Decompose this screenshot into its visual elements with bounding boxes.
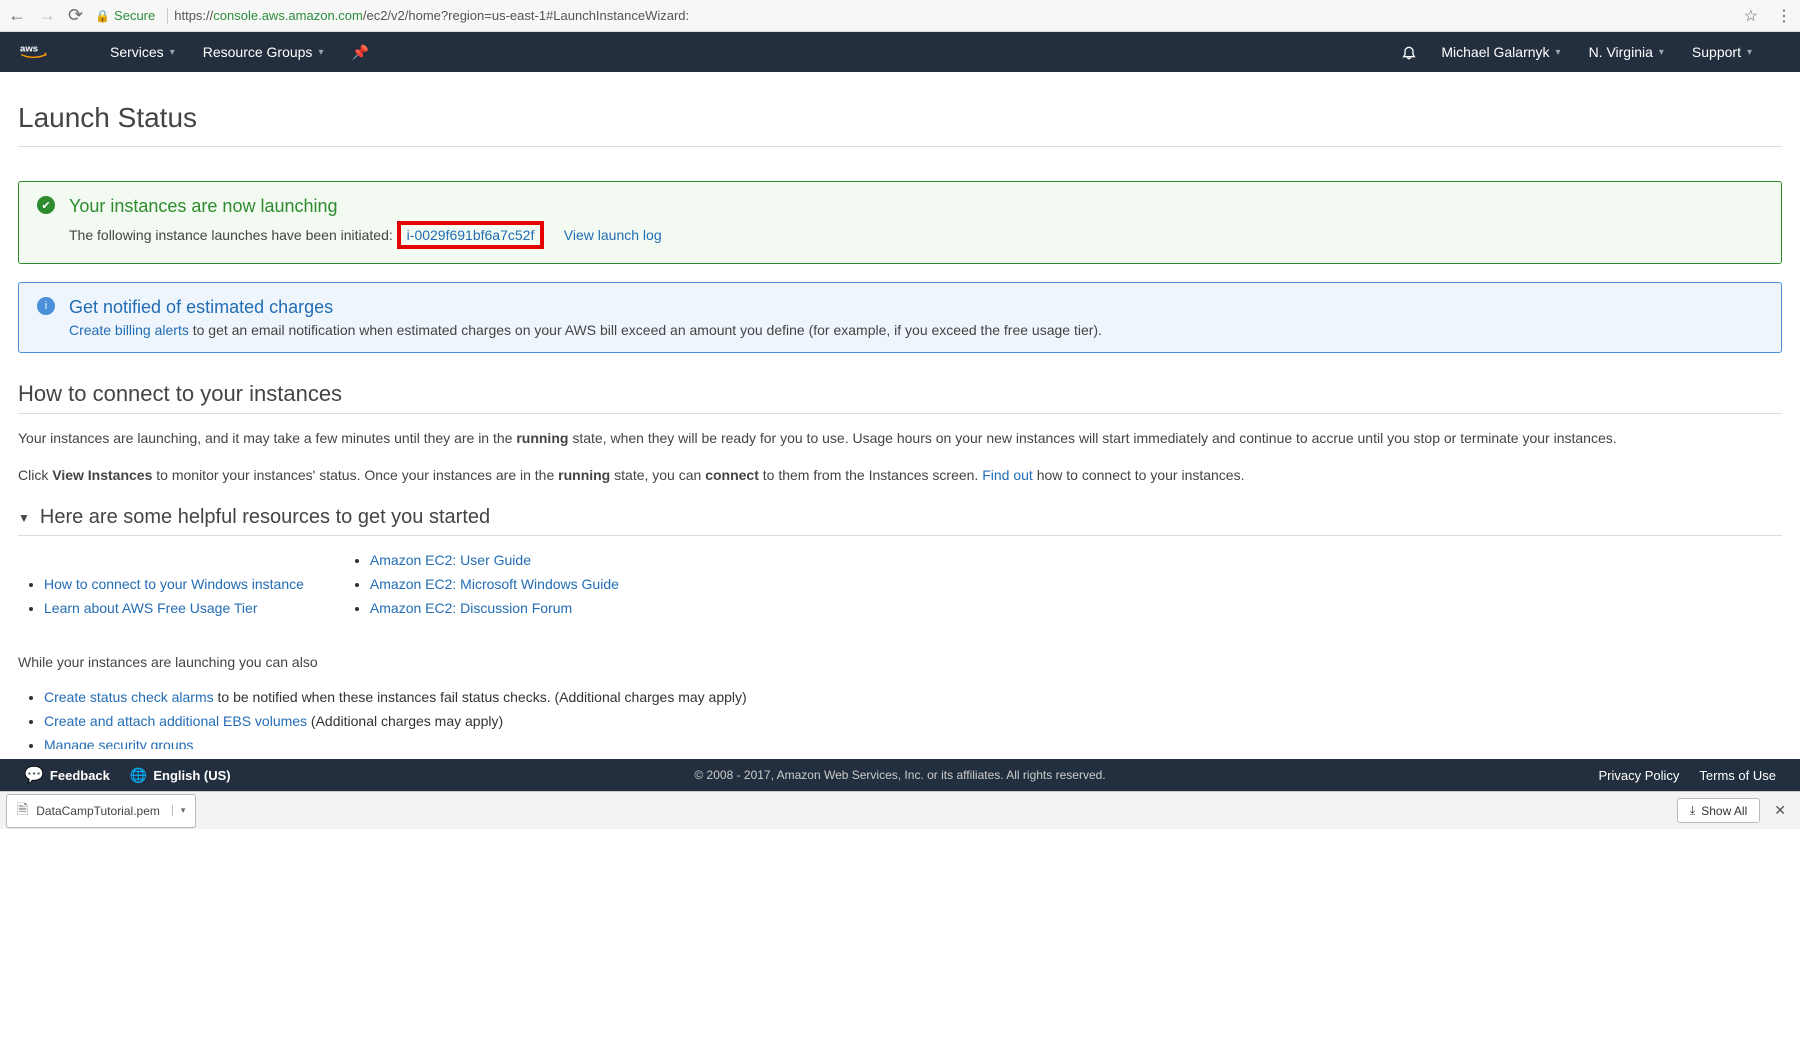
- while-launching-list: Create status check alarms to be notifie…: [18, 689, 1782, 749]
- copyright-text: © 2008 - 2017, Amazon Web Services, Inc.…: [694, 768, 1105, 782]
- chevron-down-icon: ▾: [1747, 47, 1752, 58]
- launch-success-text: The following instance launches have bee…: [69, 221, 1761, 249]
- terms-link[interactable]: Terms of Use: [1699, 768, 1776, 783]
- footer-nav: 💬 Feedback 🌐 English (US) © 2008 - 2017,…: [0, 759, 1800, 791]
- list-item: Amazon EC2: User Guide: [370, 552, 619, 568]
- list-item: Amazon EC2: Microsoft Windows Guide: [370, 576, 619, 592]
- page-content: Launch Status ✔ Your instances are now l…: [0, 72, 1800, 749]
- create-billing-alerts-link[interactable]: Create billing alerts: [69, 322, 189, 338]
- list-item: Manage security groups: [44, 737, 1782, 749]
- chevron-down-icon: ▾: [318, 47, 323, 58]
- speech-bubble-icon: 💬: [24, 765, 44, 785]
- lock-icon: 🔒: [95, 9, 110, 23]
- launch-success-box: ✔ Your instances are now launching The f…: [18, 181, 1782, 264]
- pin-icon[interactable]: 📌: [351, 44, 368, 61]
- globe-icon: 🌐: [130, 767, 147, 784]
- aws-logo[interactable]: aws: [20, 42, 80, 63]
- back-icon[interactable]: ←: [8, 5, 26, 26]
- reload-icon[interactable]: ⟳: [68, 5, 83, 26]
- instance-id-highlight: i-0029f691bf6a7c52f: [397, 221, 545, 249]
- chevron-down-icon: ▾: [1556, 47, 1561, 58]
- chevron-down-icon[interactable]: ▾: [172, 805, 186, 816]
- find-out-link[interactable]: Find out: [982, 467, 1033, 483]
- resources-col1: How to connect to your Windows instance …: [18, 576, 304, 624]
- list-item: Create and attach additional EBS volumes…: [44, 713, 1782, 729]
- resource-link[interactable]: Amazon EC2: Microsoft Windows Guide: [370, 576, 619, 592]
- status-check-alarms-link[interactable]: Create status check alarms: [44, 689, 214, 705]
- secure-label: Secure: [114, 8, 155, 23]
- instance-id-link[interactable]: i-0029f691bf6a7c52f: [407, 227, 535, 243]
- resources-columns: How to connect to your Windows instance …: [18, 552, 1782, 624]
- svg-text:aws: aws: [20, 43, 38, 54]
- browser-address-bar: ← → ⟳ 🔒 Secure https://console.aws.amazo…: [0, 0, 1800, 32]
- resource-link[interactable]: Amazon EC2: Discussion Forum: [370, 600, 572, 616]
- chevron-down-icon: ▾: [1659, 47, 1664, 58]
- list-item: How to connect to your Windows instance: [44, 576, 304, 592]
- close-icon[interactable]: ✕: [1766, 798, 1794, 823]
- ebs-volumes-link[interactable]: Create and attach additional EBS volumes: [44, 713, 307, 729]
- while-launching-heading: While your instances are launching you c…: [18, 652, 1782, 673]
- connect-paragraph-2: Click View Instances to monitor your ins…: [18, 465, 1782, 486]
- billing-notice-text: Create billing alerts to get an email no…: [69, 322, 1761, 338]
- nav-resource-groups[interactable]: Resource Groups▾: [203, 44, 324, 60]
- check-icon: ✔: [37, 196, 55, 214]
- forward-icon[interactable]: →: [38, 5, 56, 26]
- privacy-policy-link[interactable]: Privacy Policy: [1599, 768, 1680, 783]
- star-icon[interactable]: ☆: [1744, 6, 1758, 26]
- resource-link[interactable]: Learn about AWS Free Usage Tier: [44, 600, 257, 616]
- language-selector[interactable]: English (US): [153, 768, 230, 783]
- resource-link[interactable]: How to connect to your Windows instance: [44, 576, 304, 592]
- menu-icon[interactable]: ⋮: [1776, 6, 1792, 26]
- download-filename: DataCampTutorial.pem: [36, 804, 160, 818]
- show-all-button[interactable]: ⤓ Show All: [1677, 798, 1760, 823]
- nav-support[interactable]: Support▾: [1692, 44, 1752, 60]
- download-chip[interactable]: 🗎 DataCampTutorial.pem ▾: [6, 794, 196, 828]
- list-item: Create status check alarms to be notifie…: [44, 689, 1782, 705]
- aws-top-nav: aws Services▾ Resource Groups▾ 📌 Michael…: [0, 32, 1800, 72]
- connect-paragraph-1: Your instances are launching, and it may…: [18, 428, 1782, 449]
- resource-link[interactable]: Amazon EC2: User Guide: [370, 552, 531, 568]
- billing-notice-heading: Get notified of estimated charges: [69, 297, 1761, 318]
- download-arrow-icon: ⤓: [1690, 803, 1695, 818]
- info-icon: i: [37, 297, 55, 315]
- page-title: Launch Status: [18, 102, 1782, 147]
- nav-region[interactable]: N. Virginia▾: [1589, 44, 1664, 60]
- resources-col2: Amazon EC2: User Guide Amazon EC2: Micro…: [344, 552, 619, 624]
- security-groups-link[interactable]: Manage security groups: [44, 737, 193, 749]
- download-bar: 🗎 DataCampTutorial.pem ▾ ⤓ Show All ✕: [0, 791, 1800, 829]
- launch-success-heading: Your instances are now launching: [69, 196, 1761, 217]
- resources-expander[interactable]: ▼ Here are some helpful resources to get…: [18, 506, 1782, 536]
- view-launch-log-link[interactable]: View launch log: [564, 227, 662, 243]
- list-item: Learn about AWS Free Usage Tier: [44, 600, 304, 616]
- url-text[interactable]: https://console.aws.amazon.com/ec2/v2/ho…: [174, 8, 689, 23]
- chevron-down-icon: ▾: [170, 47, 175, 58]
- bell-icon[interactable]: [1401, 44, 1417, 60]
- feedback-link[interactable]: Feedback: [50, 768, 110, 783]
- nav-services[interactable]: Services▾: [110, 44, 175, 60]
- list-item: Amazon EC2: Discussion Forum: [370, 600, 619, 616]
- triangle-down-icon: ▼: [18, 511, 30, 525]
- connect-heading: How to connect to your instances: [18, 381, 1782, 414]
- nav-user[interactable]: Michael Galarnyk▾: [1441, 44, 1560, 60]
- separator: [167, 8, 168, 24]
- billing-notice-box: i Get notified of estimated charges Crea…: [18, 282, 1782, 353]
- file-icon: 🗎: [17, 799, 28, 823]
